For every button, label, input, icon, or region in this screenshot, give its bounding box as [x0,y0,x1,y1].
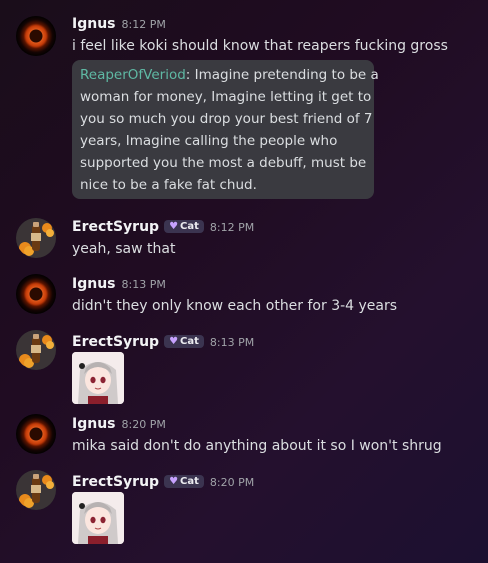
timestamp: 8:13 PM [209,336,255,349]
quote-line: woman for money, Imagine letting it get … [80,89,372,105]
quote-line: years, Imagine calling the people who [80,133,338,149]
ignus-avatar[interactable] [16,274,56,314]
username[interactable]: Ignus [72,276,116,292]
erectsyrup-avatar[interactable] [16,470,56,510]
server-tag[interactable]: ♥ Cat [164,220,204,233]
quote-line: Imagine pretending to be a [194,67,379,83]
message-text: yeah, saw that [72,241,176,257]
username[interactable]: Ignus [72,16,116,32]
timestamp: 8:12 PM [209,221,255,234]
username[interactable]: ErectSyrup [72,334,159,350]
quote-line: nice to be a fake fat chud. [80,177,257,193]
quoted-message: ReaperOfVeriod: Imagine pretending to be… [72,60,379,199]
timestamp: 8:20 PM [121,418,166,431]
ignus-avatar[interactable] [16,414,56,454]
timestamp: 8:12 PM [121,18,166,31]
timestamp: 8:20 PM [209,476,255,489]
server-tag[interactable]: ♥ Cat [164,335,204,348]
erectsyrup-avatar[interactable] [16,218,56,258]
username[interactable]: ErectSyrup [72,219,159,235]
username[interactable]: ErectSyrup [72,474,159,490]
server-tag[interactable]: ♥ Cat [164,475,204,488]
message-text: didn't they only know each other for 3-4… [72,298,398,314]
syrup-bottle-icon [16,218,56,258]
timestamp: 8:13 PM [121,278,166,291]
anime-girl-sticker[interactable] [72,492,124,544]
purple-heart-icon: ♥ [169,221,179,232]
purple-heart-icon: ♥ [169,476,179,487]
syrup-bottle-icon [16,470,56,510]
anime-girl-sticker[interactable] [72,352,124,404]
message-text: i feel like koki should know that reaper… [72,38,448,54]
message-text: mika said don't do anything about it so … [72,438,442,454]
quote-line: you so much you drop your best friend of… [80,111,373,127]
username[interactable]: Ignus [72,416,116,432]
quote-line: supported you the most a debuff, must be [80,155,367,171]
syrup-bottle-icon [16,330,56,370]
purple-heart-icon: ♥ [169,336,179,347]
erectsyrup-avatar[interactable] [16,330,56,370]
ignus-avatar[interactable] [16,16,56,56]
quote-author[interactable]: ReaperOfVeriod [80,67,186,83]
